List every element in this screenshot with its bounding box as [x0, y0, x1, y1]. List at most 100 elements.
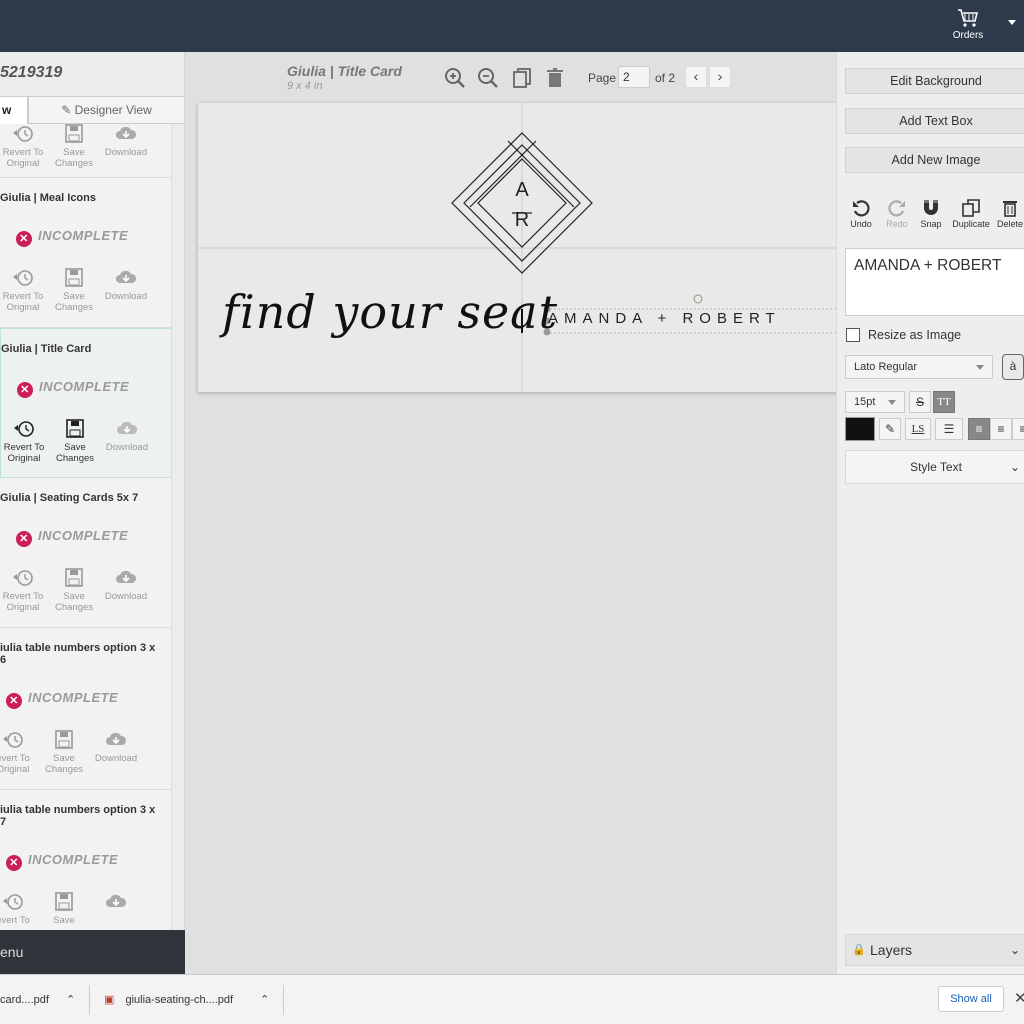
strikethrough-icon[interactable]: S: [909, 391, 931, 413]
font-family-select[interactable]: Lato Regular: [845, 355, 993, 379]
script-heading[interactable]: find your seat: [222, 285, 558, 339]
download-label: Download: [104, 291, 148, 302]
orders-dropdown-caret-icon[interactable]: [1008, 20, 1016, 25]
edit-background-button[interactable]: Edit Background: [845, 68, 1024, 94]
align-center-icon[interactable]: ≡: [990, 418, 1012, 440]
download-button[interactable]: Download: [101, 124, 151, 158]
zoom-out-icon[interactable]: [476, 66, 500, 90]
style-text-accordion[interactable]: Style Text ⌄: [845, 450, 1024, 484]
trash-icon: [1003, 201, 1017, 217]
delete-label: Delete: [996, 219, 1023, 229]
status-label: INCOMPLETE: [38, 228, 129, 243]
design-canvas[interactable]: A R find your seat AMANDA + ROBERT: [198, 103, 838, 392]
download-item[interactable]: ▣ giulia-seating-ch....pdf ⌃: [104, 985, 284, 1015]
font-size-select[interactable]: 15pt: [845, 391, 905, 413]
cloud-download-icon: [116, 126, 137, 139]
chevron-down-icon: ⌄: [1009, 943, 1020, 957]
save-label: Save Changes: [44, 753, 84, 775]
chevron-left-icon: ‹: [693, 68, 699, 84]
redo-label: Redo: [886, 219, 908, 229]
prev-page-button[interactable]: ‹: [685, 66, 707, 88]
product-title: Giulia | Meal Icons: [0, 192, 96, 204]
save-changes-button[interactable]: Save Changes: [39, 730, 89, 775]
copy-page-icon[interactable]: [510, 66, 534, 90]
snap-button[interactable]: Snap: [911, 198, 951, 229]
close-circle-icon: ✕: [16, 531, 32, 547]
undo-button[interactable]: Undo: [841, 198, 881, 229]
download-item[interactable]: card....pdf ⌃: [0, 985, 90, 1015]
chevron-up-icon[interactable]: ⌃: [66, 985, 75, 1015]
lock-icon: 🔒: [852, 944, 866, 956]
close-icon[interactable]: ✕: [1014, 989, 1024, 1007]
product-card[interactable]: Giulia | Meal Icons ✕ INCOMPLETE Revert T…: [0, 178, 171, 328]
save-changes-button[interactable]: Save Changes: [50, 419, 100, 464]
chevron-up-icon[interactable]: ⌃: [260, 985, 269, 1015]
menu-button[interactable]: enu: [0, 930, 185, 974]
save-icon: [55, 892, 73, 911]
product-card[interactable]: iulia table numbers option 3 x 6 ✕ INCOMP…: [0, 628, 171, 790]
resize-as-image-checkbox[interactable]: [846, 328, 860, 342]
align-right-icon[interactable]: ≡: [1012, 418, 1024, 440]
right-properties-panel: Edit Background Add Text Box Add New Ima…: [836, 52, 1024, 974]
names-text-box[interactable]: AMANDA + ROBERT: [548, 310, 781, 327]
download-button[interactable]: Download: [101, 268, 151, 302]
product-card[interactable]: iulia table numbers option 3 x 7 ✕ INCOMP…: [0, 790, 171, 930]
save-changes-button[interactable]: Save Changes: [49, 124, 99, 169]
layers-accordion[interactable]: 🔒 Layers ⌄: [845, 934, 1024, 966]
save-changes-button[interactable]: Save Changes: [49, 568, 99, 613]
letter-spacing-icon[interactable]: LS: [905, 418, 931, 440]
tab-customer-view[interactable]: w: [0, 96, 28, 124]
tab-designer-view[interactable]: ✎ Designer View: [28, 96, 184, 124]
monogram-top-letter: A: [515, 179, 529, 201]
all-caps-icon[interactable]: TT: [933, 391, 955, 413]
duplicate-icon: [962, 199, 980, 217]
status-badge: ✕ INCOMPLETE: [6, 690, 118, 709]
revert-button[interactable]: evert To Original: [0, 730, 38, 775]
delete-button[interactable]: Delete: [990, 198, 1024, 229]
save-label: Save Changes: [55, 442, 95, 464]
add-new-image-button[interactable]: Add New Image: [845, 147, 1024, 173]
revert-icon: [13, 270, 33, 286]
save-changes-button[interactable]: Save Changes: [49, 268, 99, 313]
undo-icon: [853, 200, 870, 217]
eyedropper-icon[interactable]: ✎: [879, 418, 901, 440]
font-upload-icon[interactable]: à: [1002, 354, 1024, 380]
download-button[interactable]: Download: [91, 730, 141, 764]
revert-button[interactable]: evert To: [0, 892, 38, 926]
align-left-icon[interactable]: ≡: [968, 418, 990, 440]
line-height-icon[interactable]: ☰: [935, 418, 963, 440]
next-page-button[interactable]: ›: [709, 66, 731, 88]
product-card[interactable]: Giulia | Seating Cards 5x 7 ✕ INCOMPLETE …: [0, 478, 171, 628]
revert-button[interactable]: Revert To Original: [0, 419, 49, 464]
orders-button[interactable]: Orders: [946, 8, 990, 48]
text-content-editor[interactable]: AMANDA + ROBERT: [845, 248, 1024, 316]
save-icon: [55, 730, 73, 749]
trash-icon[interactable]: [543, 66, 567, 90]
snap-label: Snap: [920, 219, 942, 229]
add-text-box-button[interactable]: Add Text Box: [845, 108, 1024, 134]
download-button[interactable]: Download: [101, 568, 151, 602]
page-number-input[interactable]: 2: [618, 66, 650, 88]
pdf-file-icon: ▣: [104, 994, 115, 1006]
design-artwork: [198, 103, 838, 392]
product-card-selected[interactable]: Giulia | Title Card ✕ INCOMPLETE Revert T…: [0, 328, 171, 478]
download-filename: card....pdf: [0, 994, 49, 1006]
download-button[interactable]: Download: [102, 419, 152, 453]
download-button[interactable]: [91, 892, 141, 915]
text-color-swatch[interactable]: [845, 417, 875, 441]
show-all-downloads-button[interactable]: Show all: [938, 986, 1004, 1012]
cart-icon: [958, 9, 979, 27]
status-label: INCOMPLETE: [28, 690, 119, 705]
revert-button[interactable]: Revert To Original: [0, 124, 48, 169]
duplicate-button[interactable]: Duplicate: [951, 198, 991, 229]
revert-button[interactable]: Revert To Original: [0, 268, 48, 313]
chevron-down-icon: [976, 365, 984, 370]
save-changes-button[interactable]: Save: [39, 892, 89, 926]
status-badge: ✕ INCOMPLETE: [17, 379, 129, 398]
zoom-in-icon[interactable]: [443, 66, 467, 90]
revert-button[interactable]: Revert To Original: [0, 568, 48, 613]
revert-icon: [13, 126, 33, 142]
save-icon: [66, 419, 84, 438]
save-label: Save: [53, 915, 75, 926]
revert-icon: [14, 421, 34, 437]
